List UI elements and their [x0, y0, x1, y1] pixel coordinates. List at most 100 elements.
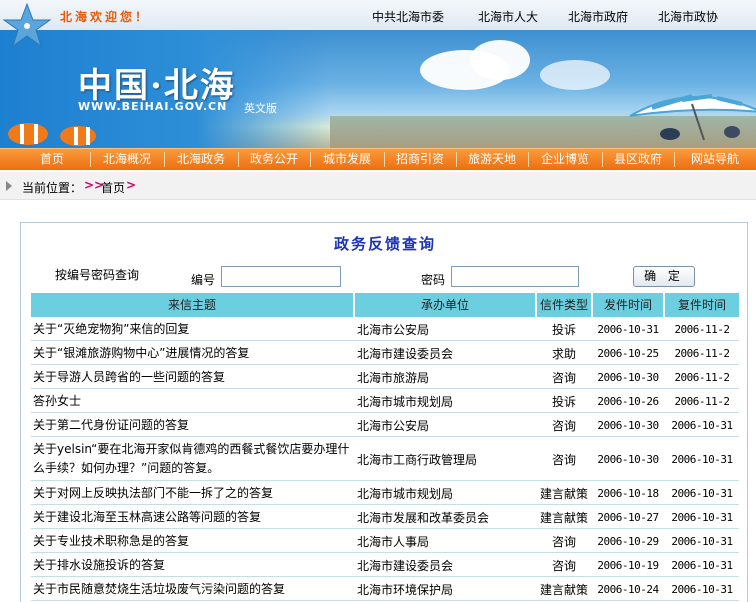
sent-date-cell: 2006-10-31 — [597, 322, 659, 336]
clownfish-image — [8, 123, 96, 146]
subject-link[interactable]: 答孙女士 — [31, 389, 353, 413]
table-row: 关于对网上反映执法部门不能一拆了之的答复 北海市城市规划局 建言献策 2006-10-… — [31, 481, 739, 505]
subject-link[interactable]: 关于市民随意焚烧生活垃圾废气污染问题的答复 — [31, 577, 353, 601]
subject-link[interactable]: 关于“银滩旅游购物中心”进展情况的答复 — [31, 341, 353, 365]
table-row: 关于市民随意焚烧生活垃圾废气污染问题的答复 北海市环境保护局 建言献策 2006-10… — [31, 577, 739, 601]
top-links: 中共北海市委 北海市人大 北海市政府 北海市政协 — [360, 8, 756, 24]
sent-date-cell: 2006-10-27 — [597, 510, 659, 524]
table-row: 答孙女士 北海市城市规划局 投诉 2006-10-26 2006-11-2 — [31, 389, 739, 413]
sent-date-cell: 2006-10-30 — [597, 370, 659, 384]
table-header-row: 来信主题 承办单位 信件类型 发件时间 复件时间 — [31, 293, 739, 317]
banner: 中国·北海 WWW.BEIHAI.GOV.CN 英文版 — [0, 30, 756, 148]
letter-type-cell: 建言献策 — [539, 510, 588, 525]
query-method-label: 按编号密码查询 — [55, 268, 140, 282]
department-cell: 北海市建设委员会 — [357, 558, 454, 573]
reply-date-cell: 2006-10-31 — [671, 486, 733, 500]
header-subject: 来信主题 — [31, 293, 353, 317]
header-reply-date: 复件时间 — [665, 293, 739, 317]
nav-item-enterprises[interactable]: 企业博览 — [528, 149, 602, 170]
table-row: 关于建设北海至玉林高速公路等问题的答复 北海市发展和改革委员会 建言献策 2006-1… — [31, 505, 739, 529]
header-department: 承办单位 — [355, 293, 535, 317]
reply-date-cell: 2006-10-31 — [671, 534, 733, 548]
reply-date-cell: 2006-10-31 — [671, 452, 733, 466]
table-row: 关于第二代身份证问题的答复 北海市公安局 咨询 2006-10-30 2006-10-3… — [31, 413, 739, 437]
reply-date-cell: 2006-10-31 — [671, 510, 733, 524]
nav-item-public-affairs[interactable]: 政务公开 — [238, 149, 310, 170]
english-version-link[interactable]: 英文版 — [244, 100, 277, 116]
cloud-graphic — [540, 60, 610, 90]
department-cell: 北海市人事局 — [357, 534, 430, 549]
header-sent-date: 发件时间 — [593, 293, 663, 317]
nav-item-overview[interactable]: 北海概况 — [90, 149, 164, 170]
reply-date-cell: 2006-11-2 — [674, 346, 730, 360]
letter-type-cell: 建言献策 — [539, 582, 588, 597]
number-label: 编号 — [191, 273, 216, 287]
table-row: 关于排水设施投诉的答复 北海市建设委员会 咨询 2006-10-19 2006-10-3… — [31, 553, 739, 577]
sent-date-cell: 2006-10-25 — [597, 346, 659, 360]
table-row: 关于yelsin“要在北海开家似肯德鸡的西餐式餐饮店要办理什么手续？如何办理？”… — [31, 437, 739, 481]
top-link-peoples-congress[interactable]: 北海市人大 — [478, 8, 538, 25]
breadcrumb-home-link[interactable]: 首页 — [101, 179, 125, 196]
beach-umbrella-image — [629, 94, 756, 140]
department-cell: 北海市城市规划局 — [357, 486, 454, 501]
reply-date-cell: 2006-10-31 — [671, 582, 733, 596]
table-row: 关于“灭绝宠物狗”来信的回复 北海市公安局 投诉 2006-10-31 2006-11-… — [31, 317, 739, 341]
sent-date-cell: 2006-10-30 — [597, 418, 659, 432]
department-cell: 北海市工商行政管理局 — [357, 452, 478, 467]
department-cell: 北海市发展和改革委员会 — [357, 510, 490, 525]
password-input[interactable] — [451, 266, 579, 287]
password-label: 密码 — [421, 273, 446, 287]
subject-link[interactable]: 关于专业技术职称急是的答复 — [31, 529, 353, 553]
panel-title: 政务反馈查询 — [333, 235, 436, 253]
top-strip: 北海欢迎您！ 中共北海市委 北海市人大 北海市政府 北海市政协 — [0, 0, 756, 30]
top-link-party-committee[interactable]: 中共北海市委 — [372, 8, 444, 25]
subject-link[interactable]: 关于排水设施投诉的答复 — [31, 553, 353, 577]
letter-type-cell: 咨询 — [551, 452, 576, 467]
sent-date-cell: 2006-10-30 — [597, 452, 659, 466]
letter-type-cell: 咨询 — [551, 418, 576, 433]
department-cell: 北海市环境保护局 — [357, 582, 454, 597]
number-input[interactable] — [221, 266, 341, 287]
reply-date-cell: 2006-11-2 — [674, 322, 730, 336]
subject-link[interactable]: 关于yelsin“要在北海开家似肯德鸡的西餐式餐饮店要办理什么手续？如何办理？”… — [31, 437, 353, 481]
letter-type-cell: 投诉 — [551, 322, 576, 337]
nav-item-urban-development[interactable]: 城市发展 — [310, 149, 384, 170]
subject-link[interactable]: 关于“灭绝宠物狗”来信的回复 — [31, 317, 353, 341]
letter-type-cell: 建言献策 — [539, 486, 588, 501]
department-cell: 北海市城市规划局 — [357, 394, 454, 409]
nav-item-county-government[interactable]: 县区政府 — [602, 149, 674, 170]
table-row: 关于“银滩旅游购物中心”进展情况的答复 北海市建设委员会 求助 2006-10-25 2… — [31, 341, 739, 365]
main-nav: 首页 北海概况 北海政务 政务公开 城市发展 招商引资 旅游天地 企业博览 县区… — [0, 148, 756, 170]
subject-link[interactable]: 关于对网上反映执法部门不能一拆了之的答复 — [31, 481, 353, 505]
subject-link[interactable]: 关于建设北海至玉林高速公路等问题的答复 — [31, 505, 353, 529]
letter-type-cell: 咨询 — [551, 534, 576, 549]
reply-date-cell: 2006-11-2 — [674, 394, 730, 408]
confirm-button[interactable]: 确 定 — [633, 266, 695, 287]
subject-link[interactable]: 关于第二代身份证问题的答复 — [31, 413, 353, 437]
reply-date-cell: 2006-11-2 — [674, 370, 730, 384]
letter-type-cell: 投诉 — [551, 394, 576, 409]
nav-item-home[interactable]: 首页 — [0, 149, 104, 170]
reply-date-cell: 2006-10-31 — [671, 558, 733, 572]
sent-date-cell: 2006-10-18 — [597, 486, 659, 500]
top-link-cppcc[interactable]: 北海市政协 — [658, 8, 718, 25]
department-cell: 北海市公安局 — [357, 418, 430, 433]
site-url: WWW.BEIHAI.GOV.CN — [78, 100, 228, 113]
top-link-government[interactable]: 北海市政府 — [568, 8, 628, 25]
table-row: 关于专业技术职称急是的答复 北海市人事局 咨询 2006-10-29 2006-10-3… — [31, 529, 739, 553]
department-cell: 北海市建设委员会 — [357, 346, 454, 361]
starfish-logo-icon — [2, 2, 52, 48]
header-letter-type: 信件类型 — [537, 293, 591, 317]
welcome-text: 北海欢迎您！ — [60, 10, 151, 24]
nav-item-site-map[interactable]: 网站导航 — [674, 149, 756, 170]
breadcrumb-label: 当前位置： — [22, 181, 83, 195]
subject-link[interactable]: 关于导游人员跨省的一些问题的答复 — [31, 365, 353, 389]
nav-item-government-affairs[interactable]: 北海政务 — [164, 149, 238, 170]
nav-item-tourism[interactable]: 旅游天地 — [456, 149, 528, 170]
nav-item-investment[interactable]: 招商引资 — [384, 149, 456, 170]
sent-date-cell: 2006-10-19 — [597, 558, 659, 572]
sent-date-cell: 2006-10-26 — [597, 394, 659, 408]
letter-type-cell: 求助 — [551, 346, 576, 361]
breadcrumb: 当前位置： >> 首页 > — [0, 172, 756, 200]
play-arrow-icon — [6, 181, 12, 191]
